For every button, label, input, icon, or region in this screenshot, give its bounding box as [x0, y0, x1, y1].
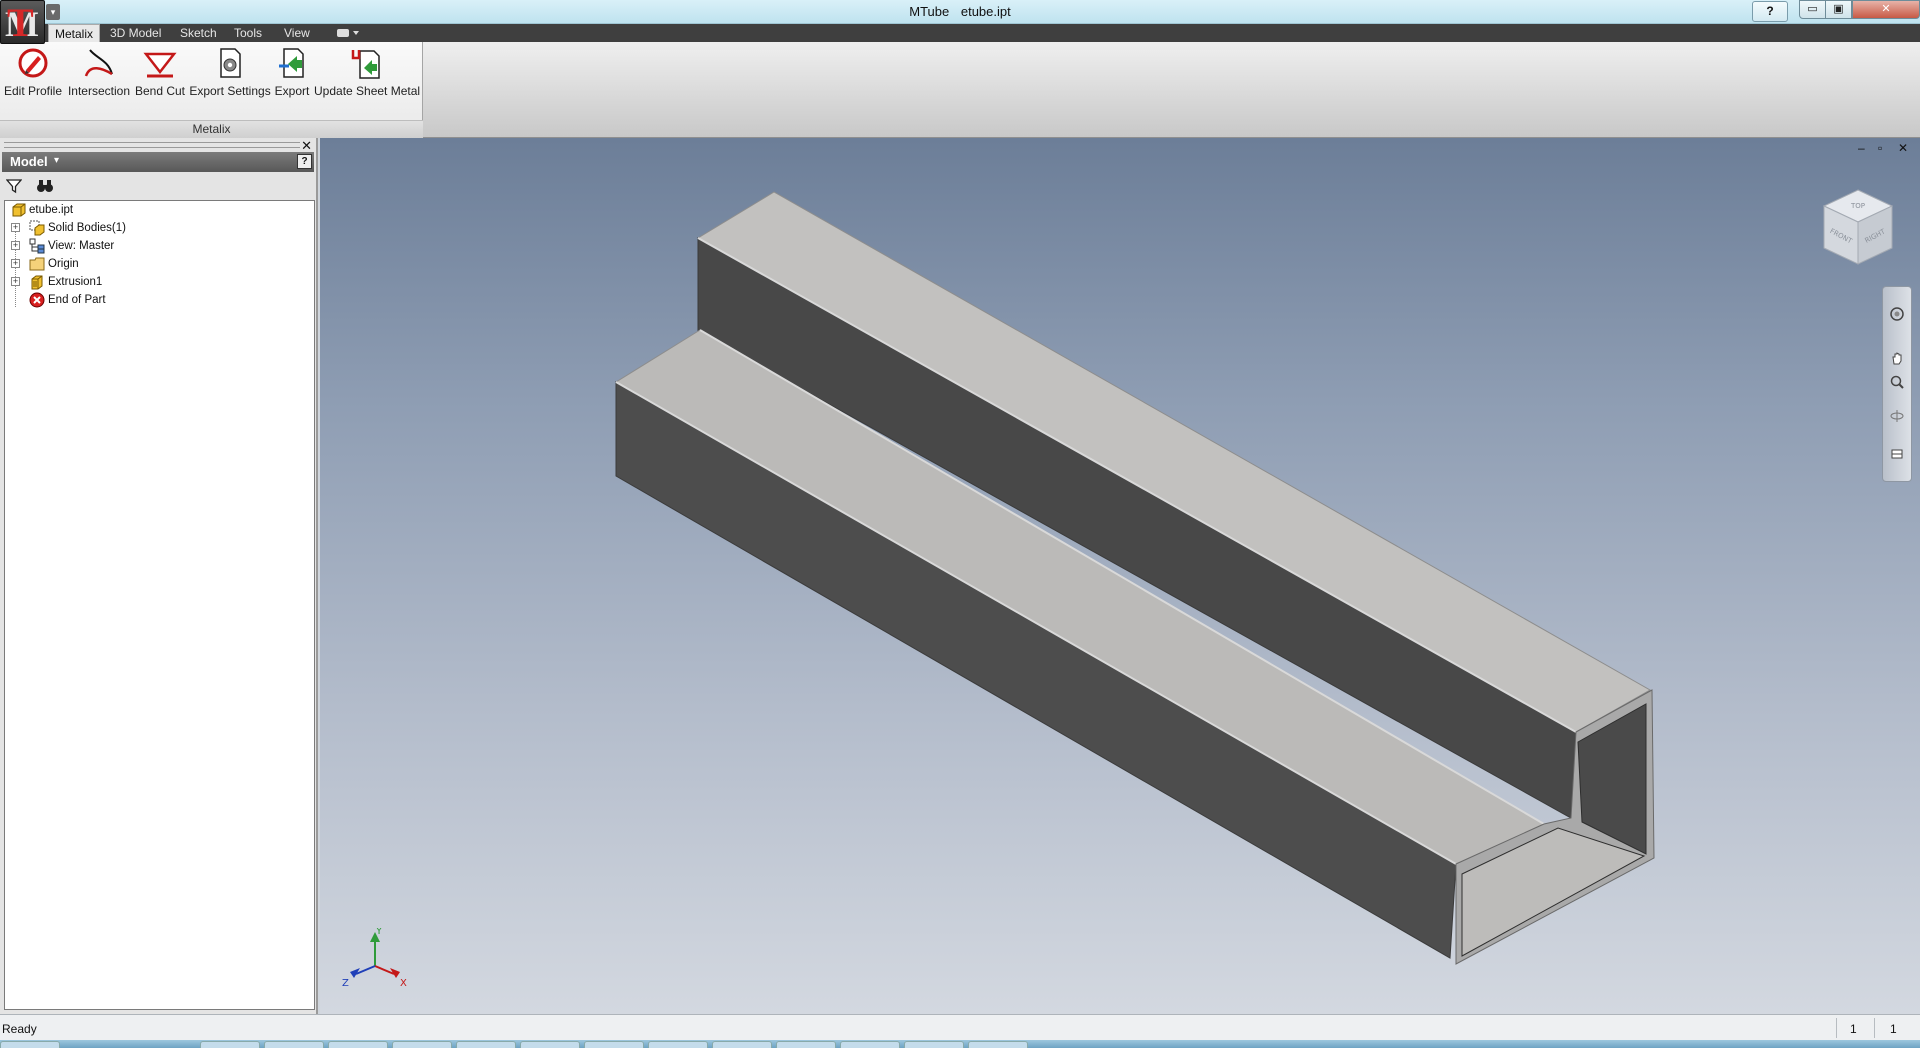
pan-hand-icon[interactable]	[1890, 351, 1904, 365]
browser-header: Model ▾ ?	[2, 152, 314, 172]
window-minimize-button[interactable]: ▭	[1799, 0, 1826, 19]
tree-expander[interactable]: +	[11, 259, 20, 268]
steering-wheel-icon[interactable]	[1890, 307, 1904, 321]
help-button[interactable]: ?	[1752, 1, 1788, 22]
window-maximize-button[interactable]: ▣	[1825, 0, 1852, 19]
viewcube[interactable]: TOP FRONT RIGHT	[1818, 186, 1898, 270]
tab-view[interactable]: View	[278, 24, 316, 42]
taskbar-item[interactable]	[904, 1041, 964, 1048]
zoom-icon[interactable]	[1890, 375, 1904, 389]
filter-icon[interactable]	[6, 178, 22, 194]
metalix-panel: Edit Profile Intersection Bend Cut Expor…	[0, 42, 423, 138]
tree-expander[interactable]: +	[11, 223, 20, 232]
viewcube-top-label[interactable]: TOP	[1850, 202, 1865, 210]
tree-node-root[interactable]: etube.ipt	[11, 201, 301, 219]
chevron-down-icon[interactable]: ▾	[54, 155, 59, 166]
triad-x-label: X	[400, 978, 407, 989]
browser-help-icon[interactable]: ?	[297, 154, 312, 169]
navigation-bar	[1882, 286, 1912, 482]
taskbar-item[interactable]	[328, 1041, 388, 1048]
app-name: MTube	[909, 4, 950, 19]
stepped-tube-model[interactable]	[320, 138, 1920, 1014]
tree-node-solid-bodies[interactable]: + Solid Bodies(1)	[11, 219, 301, 237]
solid-bodies-icon	[29, 220, 45, 236]
app-logo-t-icon: T	[7, 0, 34, 45]
browser-drag-grip[interactable]	[4, 142, 300, 148]
view-rep-icon	[29, 238, 45, 254]
intersection-button[interactable]: Intersection	[66, 46, 132, 106]
tree-node-view-master[interactable]: + View: Master	[11, 237, 301, 255]
part-file-icon	[12, 203, 26, 217]
tab-3d-model[interactable]: 3D Model	[104, 24, 167, 42]
end-of-part-icon	[29, 292, 45, 308]
tree-node-end-of-part[interactable]: End of Part	[11, 291, 301, 309]
document-name: etube.ipt	[960, 4, 1011, 19]
bend-cut-icon	[143, 52, 177, 78]
ribbon: Edit Profile Intersection Bend Cut Expor…	[0, 42, 1920, 138]
taskbar-item[interactable]	[712, 1041, 772, 1048]
tab-sketch[interactable]: Sketch	[174, 24, 223, 42]
window-close-button[interactable]: ✕	[1852, 0, 1920, 19]
viewport-restore-button[interactable]: ▫	[1878, 142, 1882, 154]
look-at-icon[interactable]	[1890, 447, 1904, 461]
start-button[interactable]	[0, 1041, 60, 1048]
export-settings-icon	[220, 48, 241, 78]
update-sheet-metal-icon	[351, 50, 380, 79]
viewport-close-button[interactable]: ✕	[1898, 142, 1908, 154]
edit-profile-icon	[18, 48, 48, 78]
tree-node-extrusion1[interactable]: + Extrusion1	[11, 273, 301, 291]
tree-node-origin[interactable]: + Origin	[11, 255, 301, 273]
status-divider	[1836, 1018, 1837, 1038]
export-settings-button[interactable]: Export Settings	[188, 46, 272, 106]
triad-y-label: Y	[375, 928, 383, 937]
extrusion-icon	[31, 275, 43, 290]
export-icon	[279, 48, 304, 78]
graphics-viewport[interactable]: – ▫ ✕ TOP FRONT RIGHT Y X Z	[320, 138, 1920, 1014]
status-text: Ready	[2, 1022, 37, 1036]
ribbon-tab-bar: Metalix 3D Model Sketch Tools View	[0, 24, 1920, 42]
ribbon-panel-title: Metalix	[0, 120, 423, 138]
viewport-minimize-button[interactable]: –	[1858, 142, 1865, 154]
intersection-icon	[84, 49, 113, 77]
edit-profile-button[interactable]: Edit Profile	[4, 46, 62, 106]
taskbar-item[interactable]	[648, 1041, 708, 1048]
taskbar-item[interactable]	[776, 1041, 836, 1048]
folder-icon	[29, 257, 45, 271]
taskbar-item[interactable]	[968, 1041, 1028, 1048]
taskbar-item[interactable]	[840, 1041, 900, 1048]
taskbar-item[interactable]	[200, 1041, 260, 1048]
os-taskbar	[0, 1040, 1920, 1048]
coordinate-triad: Y X Z	[342, 928, 407, 989]
export-button[interactable]: Export	[272, 46, 312, 106]
window-title: MTube etube.ipt	[0, 4, 1920, 19]
tab-metalix[interactable]: Metalix	[48, 24, 101, 42]
taskbar-item[interactable]	[456, 1041, 516, 1048]
model-browser: ✕ Model ▾ ? etube.ipt + Solid Bodies(1)	[0, 138, 318, 1014]
triad-z-label: Z	[342, 978, 349, 989]
tree-expander[interactable]: +	[11, 277, 20, 286]
update-sheet-metal-button[interactable]: Update Sheet Metal	[314, 46, 420, 106]
taskbar-item[interactable]	[264, 1041, 324, 1048]
binoculars-find-icon[interactable]	[36, 178, 54, 194]
orbit-icon[interactable]	[1890, 409, 1904, 423]
viewport-window-controls: – ▫ ✕	[1858, 142, 1918, 156]
taskbar-item[interactable]	[392, 1041, 452, 1048]
taskbar-item[interactable]	[584, 1041, 644, 1048]
application-menu-button[interactable]: M T	[0, 0, 45, 44]
title-bar: M T ▾ MTube etube.ipt ? ▭ ▣ ✕	[0, 0, 1920, 44]
bend-cut-button[interactable]: Bend Cut	[134, 46, 186, 106]
status-divider	[1874, 1018, 1875, 1038]
ribbon-display-options-icon[interactable]	[336, 27, 366, 39]
status-count-2: 1	[1890, 1022, 1897, 1036]
tab-tools[interactable]: Tools	[228, 24, 268, 42]
status-count-1: 1	[1850, 1022, 1857, 1036]
status-bar: Ready 1 1	[0, 1014, 1920, 1040]
browser-title[interactable]: Model	[10, 154, 48, 169]
taskbar-item[interactable]	[520, 1041, 580, 1048]
tree-expander[interactable]: +	[11, 241, 20, 250]
model-tree: etube.ipt + Solid Bodies(1) + View: Mast…	[4, 200, 315, 1010]
